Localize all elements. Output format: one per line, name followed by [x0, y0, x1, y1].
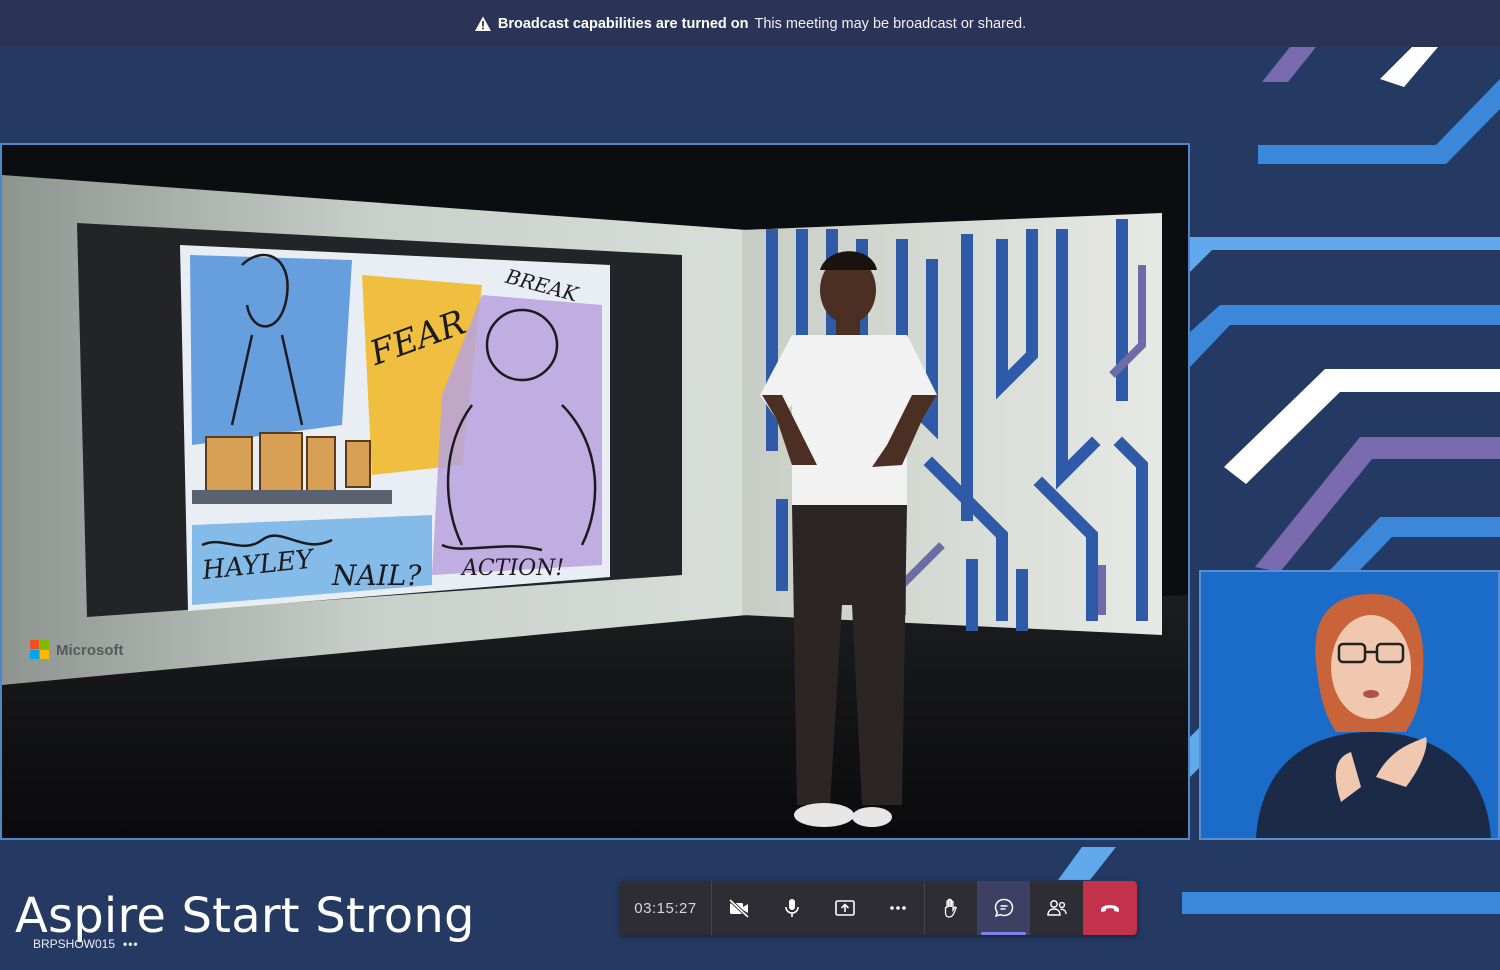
camera-off-icon — [728, 898, 749, 919]
chat-icon — [994, 898, 1013, 918]
microphone-button[interactable] — [765, 881, 818, 935]
hang-up-button[interactable] — [1083, 881, 1137, 935]
svg-text:ACTION!: ACTION! — [460, 556, 564, 581]
share-icon — [834, 900, 855, 916]
call-control-bar: 03:15:27 — [620, 881, 1137, 935]
hand-icon — [944, 898, 957, 918]
meeting-title: Aspire Start Strong — [15, 888, 475, 944]
people-icon — [1046, 900, 1067, 916]
interpreter-scene — [1201, 572, 1498, 838]
microphone-icon — [784, 899, 799, 917]
stage-scene: FEAR HAYLEY NAIL? ACTION! BREAK Microsof… — [2, 145, 1188, 838]
more-icon — [889, 906, 906, 910]
broadcast-banner: Broadcast capabilities are turned on Thi… — [0, 0, 1500, 47]
call-timer: 03:15:27 — [620, 881, 712, 935]
interpreter-video-tile[interactable] — [1199, 570, 1500, 840]
more-actions-button[interactable] — [871, 881, 924, 935]
share-screen-button[interactable] — [818, 881, 871, 935]
main-video-stage: FEAR HAYLEY NAIL? ACTION! BREAK Microsof… — [0, 143, 1190, 840]
hangup-icon — [1101, 905, 1119, 912]
meeting-more-icon[interactable]: ••• — [123, 937, 139, 951]
raise-hand-button[interactable] — [924, 881, 977, 935]
meeting-id: BRPSHOW015 — [33, 937, 116, 951]
warning-icon — [474, 15, 492, 33]
svg-text:Microsoft: Microsoft — [56, 642, 124, 659]
meeting-id-row: BRPSHOW015 ••• — [33, 937, 139, 951]
svg-text:NAIL?: NAIL? — [331, 559, 422, 592]
chat-button[interactable] — [977, 881, 1030, 935]
banner-title: Broadcast capabilities are turned on — [497, 15, 749, 32]
banner-message: This meeting may be broadcast or shared. — [754, 15, 1027, 32]
camera-off-button[interactable] — [712, 881, 765, 935]
participants-button[interactable] — [1030, 881, 1083, 935]
